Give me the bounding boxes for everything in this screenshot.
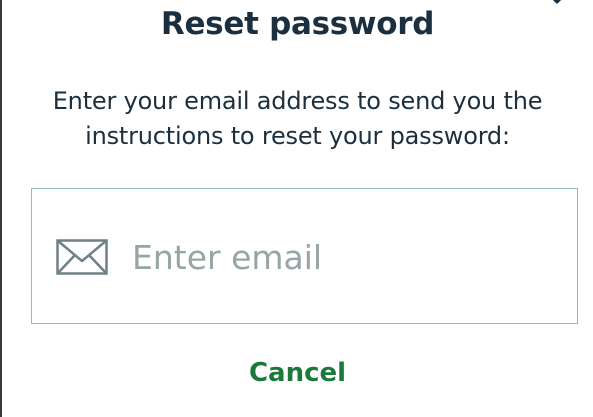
cancel-link-row: Cancel	[2, 358, 593, 388]
envelope-icon	[56, 239, 108, 275]
email-field[interactable]	[31, 188, 578, 324]
reset-password-dialog: Reset password Enter your email address …	[0, 0, 593, 417]
dialog-description: Enter your email address to send you the…	[52, 87, 543, 150]
dialog-title: Reset password	[160, 6, 435, 42]
email-input[interactable]	[132, 229, 552, 285]
cancel-button[interactable]: Cancel	[249, 358, 346, 388]
